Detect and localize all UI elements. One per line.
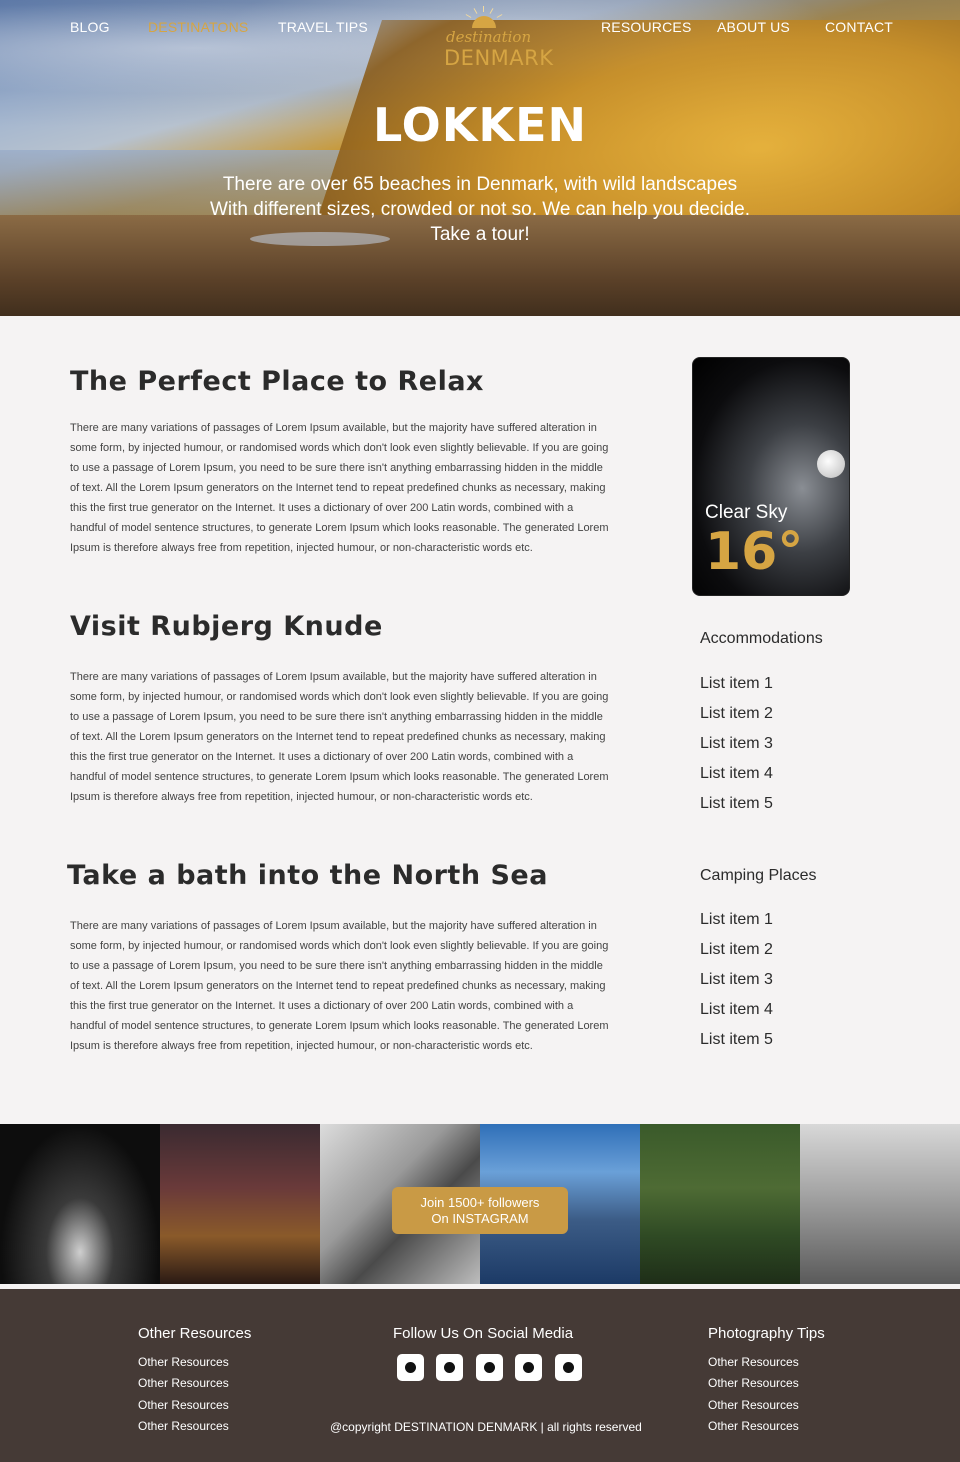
instagram-cta-line-1: Join 1500+ followers (420, 1195, 540, 1210)
section-title-relax: The Perfect Place to Relax (70, 366, 484, 397)
camping-item[interactable]: List item 2 (700, 941, 773, 959)
sun-icon (472, 16, 496, 28)
social-icon-5[interactable] (555, 1354, 582, 1381)
hero-title: LOKKEN (373, 98, 587, 152)
weather-temperature: 16° (705, 522, 804, 582)
nav-about-us[interactable]: ABOUT US (717, 19, 790, 35)
accommodation-item[interactable]: List item 1 (700, 675, 773, 693)
nav-travel-tips[interactable]: TRAVEL TIPS (278, 19, 368, 35)
footer-left-link[interactable]: Other Resources (138, 1355, 229, 1369)
social-icon-2[interactable] (436, 1354, 463, 1381)
footer-left-link[interactable]: Other Resources (138, 1419, 229, 1433)
camping-item[interactable]: List item 1 (700, 911, 773, 929)
camping-item[interactable]: List item 4 (700, 1001, 773, 1019)
camping-item[interactable]: List item 3 (700, 971, 773, 989)
social-icon-3[interactable] (476, 1354, 503, 1381)
accommodation-item[interactable]: List item 4 (700, 765, 773, 783)
footer-left-link[interactable]: Other Resources (138, 1398, 229, 1412)
instagram-cta-line-2: On INSTAGRAM (431, 1211, 529, 1226)
nav-resources[interactable]: RESOURCES (601, 19, 691, 35)
nav-blog[interactable]: BLOG (70, 19, 110, 35)
logo-brand: DENMARK (444, 46, 554, 70)
section-body-relax: There are many variations of passages of… (70, 422, 609, 554)
gallery-photo-flamingos[interactable] (640, 1124, 800, 1284)
moon-icon (817, 450, 845, 478)
camping-title: Camping Places (700, 867, 817, 884)
sun-ray (473, 8, 478, 14)
hero-line-1: There are over 65 beaches in Denmark, wi… (222, 174, 738, 195)
site-logo[interactable]: destination DENMARK (442, 6, 553, 76)
nav-destinations[interactable]: DESTINATONS (148, 19, 248, 35)
logo-script: destination (446, 28, 532, 46)
gallery-photo-bicycles[interactable] (800, 1124, 960, 1284)
section-title-north-sea: Take a bath into the North Sea (67, 860, 548, 891)
social-icon-4[interactable] (515, 1354, 542, 1381)
footer-right-link[interactable]: Other Resources (708, 1355, 799, 1369)
footer-right-link[interactable]: Other Resources (708, 1376, 799, 1390)
camping-item[interactable]: List item 5 (700, 1031, 773, 1049)
footer-right-title: Photography Tips (708, 1325, 825, 1342)
sun-ray (483, 6, 484, 12)
copyright-text: @copyright DESTINATION DENMARK | all rig… (330, 1420, 642, 1434)
accommodation-item[interactable]: List item 2 (700, 705, 773, 723)
hero-line-2: With different sizes, crowded or not so.… (209, 199, 751, 220)
sun-ray (496, 14, 503, 18)
gallery-photo-tunnel[interactable] (0, 1124, 160, 1284)
accommodations-title: Accommodations (700, 630, 823, 647)
nav-contact[interactable]: CONTACT (825, 19, 893, 35)
weather-condition: Clear Sky (705, 502, 788, 523)
accommodation-item[interactable]: List item 5 (700, 795, 773, 813)
section-body-north-sea: There are many variations of passages of… (70, 920, 609, 1052)
weather-card: Clear Sky 16° (692, 357, 850, 596)
social-icon-1[interactable] (397, 1354, 424, 1381)
footer-right-link[interactable]: Other Resources (708, 1398, 799, 1412)
instagram-join-button[interactable]: Join 1500+ followers On INSTAGRAM (392, 1187, 568, 1234)
section-title-rubjerg: Visit Rubjerg Knude (70, 611, 383, 642)
sun-ray (465, 14, 472, 18)
sun-ray (489, 8, 494, 14)
footer-left-title: Other Resources (138, 1325, 252, 1342)
footer-left-link[interactable]: Other Resources (138, 1376, 229, 1390)
footer-right-link[interactable]: Other Resources (708, 1419, 799, 1433)
section-body-rubjerg: There are many variations of passages of… (70, 671, 609, 803)
accommodation-item[interactable]: List item 3 (700, 735, 773, 753)
hero-line-3: Take a tour! (430, 224, 530, 245)
footer-social-title: Follow Us On Social Media (393, 1325, 574, 1342)
gallery-photo-city-night[interactable] (160, 1124, 320, 1284)
